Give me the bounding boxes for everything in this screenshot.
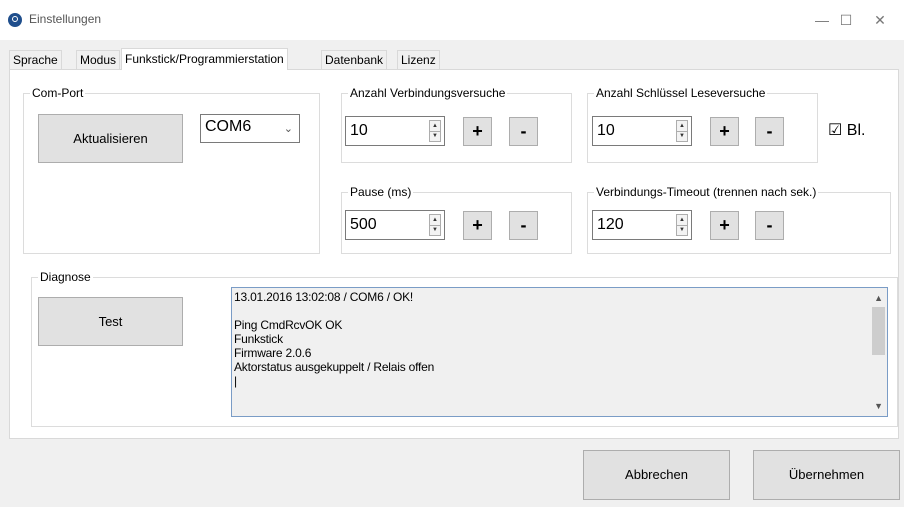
pause-minus-button[interactable]: -: [509, 211, 538, 240]
refresh-button[interactable]: Aktualisieren: [38, 114, 183, 163]
scroll-up-icon[interactable]: ▲: [870, 291, 887, 305]
tab-sprache[interactable]: Sprache: [9, 50, 62, 69]
app-icon: [8, 13, 22, 27]
key-attempts-legend: Anzahl Schlüssel Leseversuche: [594, 86, 768, 100]
log-scrollbar[interactable]: ▲ ▼: [870, 288, 887, 416]
spinner-arrows[interactable]: ▲ ▼: [429, 120, 441, 142]
pause-value: 500: [350, 216, 377, 233]
pause-legend: Pause (ms): [348, 185, 414, 199]
comport-select[interactable]: COM6 ⌄: [200, 114, 300, 143]
conn-attempts-spinner[interactable]: 10 ▲ ▼: [345, 116, 445, 146]
test-button[interactable]: Test: [38, 297, 183, 346]
spinner-down-icon[interactable]: ▼: [677, 225, 687, 235]
spinner-arrows[interactable]: ▲ ▼: [676, 214, 688, 236]
timeout-value: 120: [597, 216, 624, 233]
key-attempts-minus-button[interactable]: -: [755, 117, 784, 146]
close-button[interactable]: ✕: [860, 8, 900, 32]
title-bar: Einstellungen — ☐ ✕: [0, 0, 904, 40]
log-lines: 13.01.2016 13:02:08 / COM6 / OK! Ping Cm…: [234, 290, 434, 388]
log-line: Funkstick: [234, 332, 283, 346]
tab-funkstick-programmierstation[interactable]: Funkstick/Programmierstation: [121, 48, 288, 70]
diagnose-log[interactable]: 13.01.2016 13:02:08 / COM6 / OK! Ping Cm…: [231, 287, 888, 417]
key-attempts-spinner[interactable]: 10 ▲ ▼: [592, 116, 692, 146]
apply-button[interactable]: Übernehmen: [753, 450, 900, 500]
log-line: Aktorstatus ausgekuppelt / Relais offen: [234, 360, 435, 374]
log-line: Ping CmdRcvOK OK: [234, 318, 343, 332]
diagnose-legend: Diagnose: [38, 270, 93, 284]
bl-checkbox-label: Bl.: [846, 122, 866, 139]
timeout-legend: Verbindungs-Timeout (trennen nach sek.): [594, 185, 819, 199]
bl-checkbox[interactable]: ☑ Bl.: [828, 120, 865, 140]
spinner-down-icon[interactable]: ▼: [430, 131, 440, 141]
conn-attempts-legend: Anzahl Verbindungsversuche: [348, 86, 508, 100]
log-line: Firmware 2.0.6: [234, 346, 312, 360]
tab-lizenz[interactable]: Lizenz: [397, 50, 440, 69]
spinner-arrows[interactable]: ▲ ▼: [676, 120, 688, 142]
conn-attempts-plus-button[interactable]: +: [463, 117, 492, 146]
timeout-spinner[interactable]: 120 ▲ ▼: [592, 210, 692, 240]
log-line: 13.01.2016 13:02:08 / COM6 / OK!: [234, 290, 414, 304]
spinner-down-icon[interactable]: ▼: [677, 131, 687, 141]
pause-plus-button[interactable]: +: [463, 211, 492, 240]
conn-attempts-minus-button[interactable]: -: [509, 117, 538, 146]
chevron-down-icon: ⌄: [283, 123, 293, 135]
window-title: Einstellungen: [29, 12, 102, 26]
tab-datenbank[interactable]: Datenbank: [321, 50, 388, 69]
checkbox-checked-icon[interactable]: ☑: [828, 122, 842, 139]
pause-spinner[interactable]: 500 ▲ ▼: [345, 210, 445, 240]
log-line: |: [234, 374, 237, 388]
scrollbar-thumb[interactable]: [872, 307, 885, 355]
timeout-minus-button[interactable]: -: [755, 211, 784, 240]
timeout-plus-button[interactable]: +: [710, 211, 739, 240]
key-attempts-plus-button[interactable]: +: [710, 117, 739, 146]
key-attempts-value: 10: [597, 122, 615, 139]
scroll-down-icon[interactable]: ▼: [870, 399, 887, 413]
comport-select-value: COM6: [205, 118, 252, 135]
tab-modus[interactable]: Modus: [76, 50, 121, 69]
conn-attempts-value: 10: [350, 122, 368, 139]
comport-legend: Com-Port: [30, 86, 86, 100]
spinner-arrows[interactable]: ▲ ▼: [429, 214, 441, 236]
spinner-down-icon[interactable]: ▼: [430, 225, 440, 235]
cancel-button[interactable]: Abbrechen: [583, 450, 730, 500]
